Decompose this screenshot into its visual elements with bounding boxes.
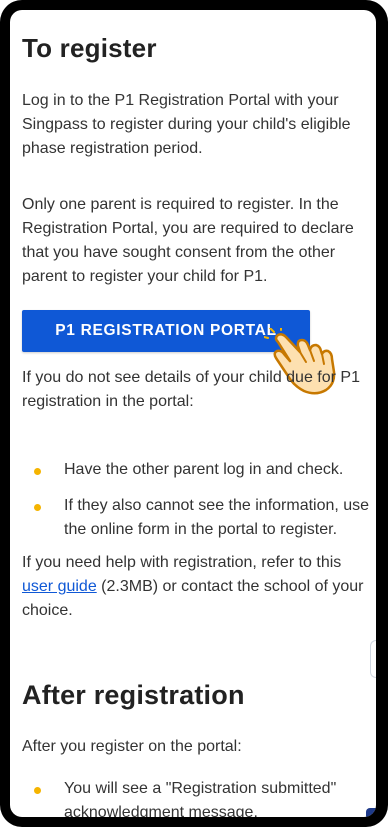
- after-paragraph-1: After you register on the portal:: [22, 738, 242, 755]
- list-item: If they also cannot see the information,…: [22, 494, 374, 542]
- screen: To register Log in to the P1 Registratio…: [10, 10, 376, 817]
- heading-to-register: To register: [22, 33, 157, 63]
- register-paragraph-2: Only one parent is required to register.…: [22, 196, 354, 285]
- list-item-text: If they also cannot see the information,…: [64, 497, 370, 538]
- list-item-text: Have the other parent log in and check.: [64, 461, 344, 478]
- register-paragraph-1: Log in to the P1 Registration Portal wit…: [22, 92, 351, 157]
- list-item: You will see a "Registration submitted" …: [22, 777, 374, 817]
- phone-frame: To register Log in to the P1 Registratio…: [0, 0, 388, 827]
- list-item: Have the other parent log in and check.: [22, 458, 374, 482]
- bullet-dot-icon: [34, 504, 41, 511]
- help-paragraph: If you need help with registration, refe…: [22, 551, 374, 623]
- register-bullet-list: Have the other parent log in and check. …: [22, 458, 374, 542]
- floating-widget-icon[interactable]: [366, 808, 376, 817]
- bullet-dot-icon: [34, 787, 41, 794]
- heading-after-registration: After registration: [22, 680, 245, 710]
- after-bullet-list: You will see a "Registration submitted" …: [22, 777, 374, 817]
- list-item-text: You will see a "Registration submitted" …: [64, 780, 337, 817]
- register-paragraph-3: If you do not see details of your child …: [22, 369, 360, 410]
- help-prefix: If you need help with registration, refe…: [22, 554, 342, 571]
- user-guide-link[interactable]: user guide: [22, 578, 97, 595]
- scroll-to-top-button[interactable]: [370, 640, 376, 678]
- bullet-dot-icon: [34, 468, 41, 475]
